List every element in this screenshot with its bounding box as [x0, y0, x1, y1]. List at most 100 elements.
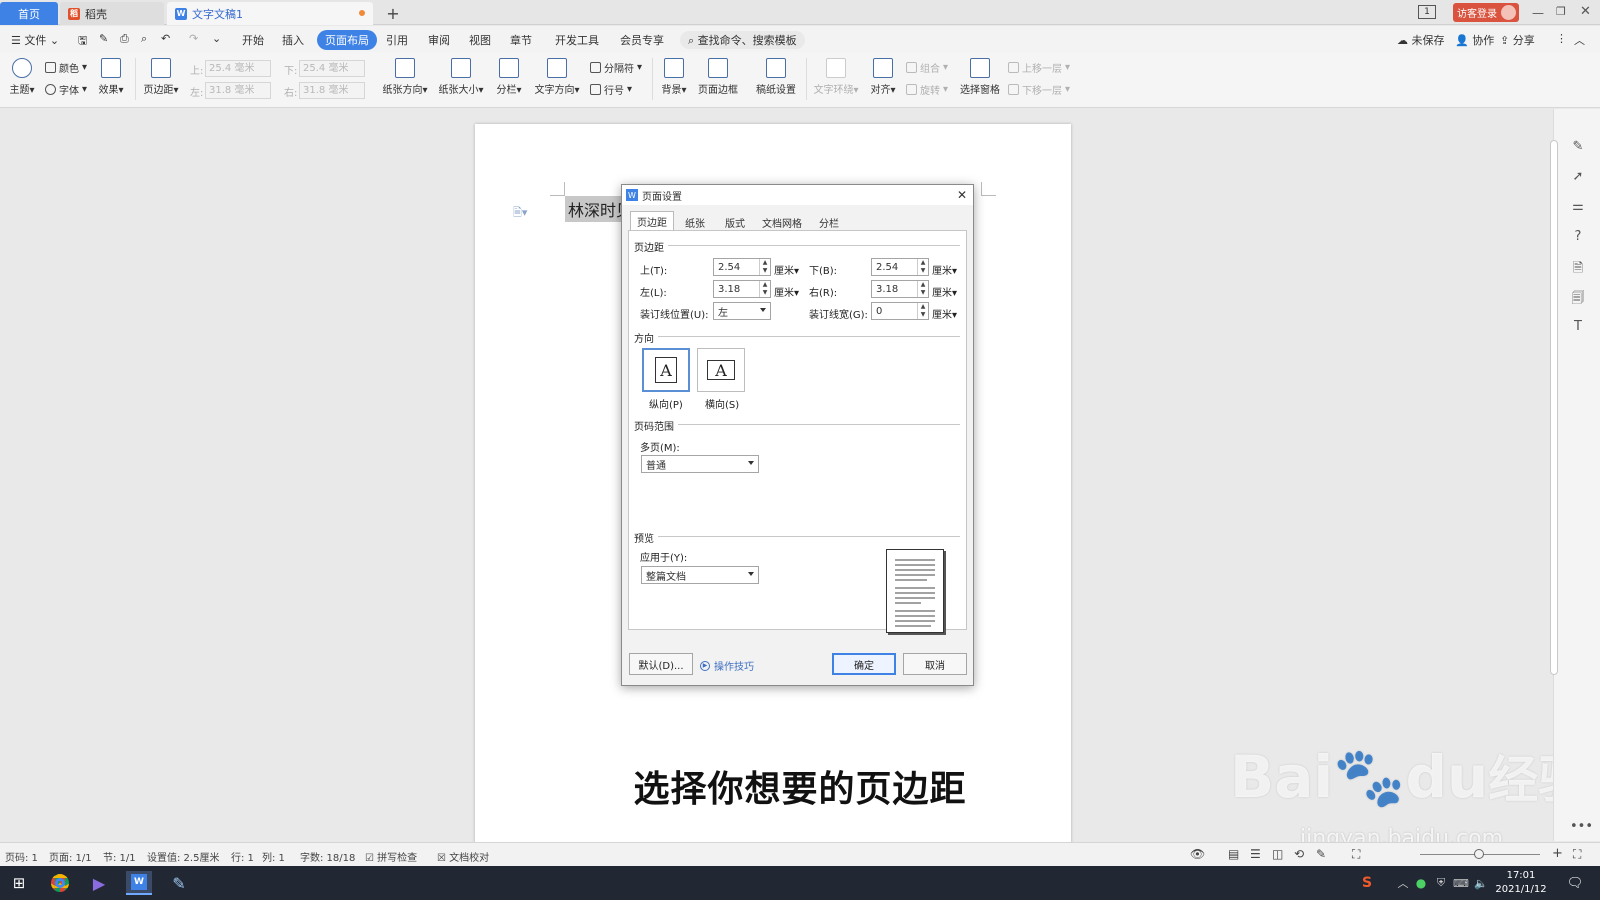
- restore-icon[interactable]: ❐: [1556, 5, 1568, 18]
- sliders-icon[interactable]: ⚌: [1570, 199, 1586, 214]
- command-search[interactable]: ⌕ 查找命令、搜索模板: [680, 31, 805, 49]
- margin-top-field[interactable]: 25.4 毫米: [205, 60, 271, 77]
- menu-page-layout[interactable]: 页面布局: [317, 30, 377, 50]
- menu-references[interactable]: 引用: [386, 32, 408, 48]
- status-col[interactable]: 列: 1: [262, 849, 285, 864]
- left-margin-unit[interactable]: 厘米▾: [774, 284, 799, 299]
- file-menu[interactable]: ☰ 文件 ⌄: [11, 32, 59, 48]
- fit-page-icon[interactable]: ⛶: [1352, 847, 1360, 862]
- zoom-in-icon[interactable]: +: [1552, 846, 1563, 861]
- chrome-icon[interactable]: [47, 871, 73, 895]
- notification-icon[interactable]: 🗨: [1562, 871, 1588, 895]
- status-page-code[interactable]: 页码: 1: [5, 849, 38, 864]
- select-pane-button[interactable]: 选择窗格: [958, 58, 1002, 96]
- paragraph-handle-icon[interactable]: 🗎▾: [513, 204, 527, 223]
- top-margin-unit[interactable]: 厘米▾: [774, 262, 799, 277]
- spin-arrows-icon[interactable]: ▲ ▼: [917, 259, 928, 275]
- tab-daoke[interactable]: 稻 稻壳: [60, 2, 164, 25]
- tab-doc-grid[interactable]: 文档网格: [756, 213, 808, 231]
- margin-left-field[interactable]: 31.8 毫米: [205, 82, 271, 99]
- spin-arrows-icon[interactable]: ▲ ▼: [917, 303, 928, 319]
- text-tool-icon[interactable]: T: [1570, 319, 1586, 334]
- separator-button[interactable]: 分隔符 ▾: [590, 60, 642, 75]
- redo-icon[interactable]: ↷: [189, 32, 198, 45]
- eye-icon[interactable]: 👁: [1190, 847, 1205, 861]
- status-pages[interactable]: 页面: 1/1: [49, 849, 92, 864]
- new-tab-button[interactable]: +: [382, 3, 404, 23]
- line-number-button[interactable]: 行号 ▾: [590, 82, 632, 97]
- more-icon[interactable]: ⋮: [1556, 32, 1567, 45]
- cursor-icon[interactable]: ➚: [1570, 169, 1586, 184]
- menu-member[interactable]: 会员专享: [620, 32, 664, 48]
- doc-search-icon[interactable]: 🗐: [1570, 289, 1586, 311]
- tab-layout[interactable]: 版式: [716, 213, 754, 231]
- tab-paper[interactable]: 纸张: [676, 213, 714, 231]
- theme-button[interactable]: 主题▾: [7, 58, 37, 96]
- menu-dev-tools[interactable]: 开发工具: [555, 32, 599, 48]
- move-up-button[interactable]: 上移一层 ▾: [1008, 60, 1070, 75]
- tab-home[interactable]: 首页: [0, 2, 58, 25]
- align-button[interactable]: 对齐▾: [866, 58, 900, 96]
- tips-link[interactable]: ▶ 操作技巧: [700, 658, 754, 673]
- page-border-button[interactable]: 页面边框: [696, 58, 740, 96]
- edit-pen-icon[interactable]: ✎: [1570, 139, 1586, 154]
- tab-columns[interactable]: 分栏: [810, 213, 848, 231]
- margins-button[interactable]: 页边距▾: [140, 58, 182, 96]
- spin-arrows-icon[interactable]: ▲ ▼: [759, 281, 770, 297]
- close-window-icon[interactable]: ✕: [1580, 4, 1592, 19]
- clock[interactable]: 17:01 2021/1/12: [1494, 869, 1548, 897]
- group-button[interactable]: 组合 ▾: [906, 60, 948, 75]
- status-row[interactable]: 行: 1: [231, 849, 254, 864]
- menu-start[interactable]: 开始: [242, 32, 264, 48]
- unsaved-button[interactable]: ☁ 未保存: [1397, 32, 1445, 48]
- notepad-icon[interactable]: ✎: [166, 871, 192, 895]
- menu-view[interactable]: 视图: [469, 32, 491, 48]
- print-preview-icon[interactable]: ⌕: [141, 32, 147, 46]
- save-icon[interactable]: 🖫: [78, 32, 87, 51]
- ok-button[interactable]: 确定: [832, 653, 896, 675]
- default-button[interactable]: 默认(D)...: [629, 653, 693, 675]
- top-margin-input[interactable]: 2.54 ▲ ▼: [713, 258, 771, 276]
- left-margin-input[interactable]: 3.18 ▲ ▼: [713, 280, 771, 298]
- menu-chapter[interactable]: 章节: [510, 32, 532, 48]
- cancel-button[interactable]: 取消: [903, 653, 967, 675]
- columns-button[interactable]: 分栏▾: [492, 58, 526, 96]
- zoom-slider-thumb[interactable]: [1474, 849, 1484, 859]
- help-icon[interactable]: ?: [1570, 229, 1586, 244]
- vertical-scrollbar[interactable]: [1550, 140, 1558, 675]
- tab-document[interactable]: W 文字文稿1: [167, 2, 373, 25]
- page-view-icon[interactable]: ▤: [1228, 847, 1239, 861]
- spin-arrows-icon[interactable]: ▲ ▼: [759, 259, 770, 275]
- gutter-position-select[interactable]: 左: [713, 302, 771, 320]
- move-down-button[interactable]: 下移一层 ▾: [1008, 82, 1070, 97]
- tab-margins[interactable]: 页边距: [630, 211, 674, 231]
- customize-icon[interactable]: ⌄: [212, 32, 221, 45]
- effect-button[interactable]: 效果▾: [96, 58, 126, 96]
- fullscreen-icon[interactable]: ⛶: [1573, 847, 1581, 862]
- visitor-login-button[interactable]: 访客登录: [1453, 3, 1519, 22]
- window-count-badge[interactable]: 1: [1418, 5, 1436, 19]
- font-button[interactable]: 字体 ▾: [45, 82, 87, 97]
- print-icon[interactable]: ⎙: [120, 32, 129, 46]
- paper-size-button[interactable]: 纸张大小▾: [436, 58, 486, 96]
- spin-arrows-icon[interactable]: ▲ ▼: [917, 281, 928, 297]
- share-button[interactable]: ⇪ 分享: [1500, 32, 1535, 48]
- right-margin-input[interactable]: 3.18 ▲ ▼: [871, 280, 929, 298]
- format-painter-icon[interactable]: ✎: [99, 32, 108, 45]
- multi-page-select[interactable]: 普通: [641, 455, 759, 473]
- margin-bottom-field[interactable]: 25.4 毫米: [299, 60, 365, 77]
- gutter-width-input[interactable]: 0 ▲ ▼: [871, 302, 929, 320]
- rotate-button[interactable]: 旋转 ▾: [906, 82, 948, 97]
- apply-to-select[interactable]: 整篇文档: [641, 566, 759, 584]
- volume-icon[interactable]: 🔈: [1468, 871, 1494, 895]
- collab-button[interactable]: 👤 协作: [1455, 32, 1494, 48]
- text-direction-button[interactable]: 文字方向▾: [532, 58, 582, 96]
- web-view-icon[interactable]: ◫: [1272, 847, 1283, 861]
- more-dots-icon[interactable]: •••: [1570, 819, 1593, 834]
- status-word-count[interactable]: 字数: 18/18: [300, 849, 355, 864]
- undo-icon[interactable]: ↶: [161, 32, 170, 45]
- doc-settings-icon[interactable]: 🗎: [1570, 259, 1586, 281]
- right-margin-unit[interactable]: 厘米▾: [932, 284, 957, 299]
- proofread-button[interactable]: ☒ 文档校对: [437, 849, 489, 864]
- menu-review[interactable]: 审阅: [428, 32, 450, 48]
